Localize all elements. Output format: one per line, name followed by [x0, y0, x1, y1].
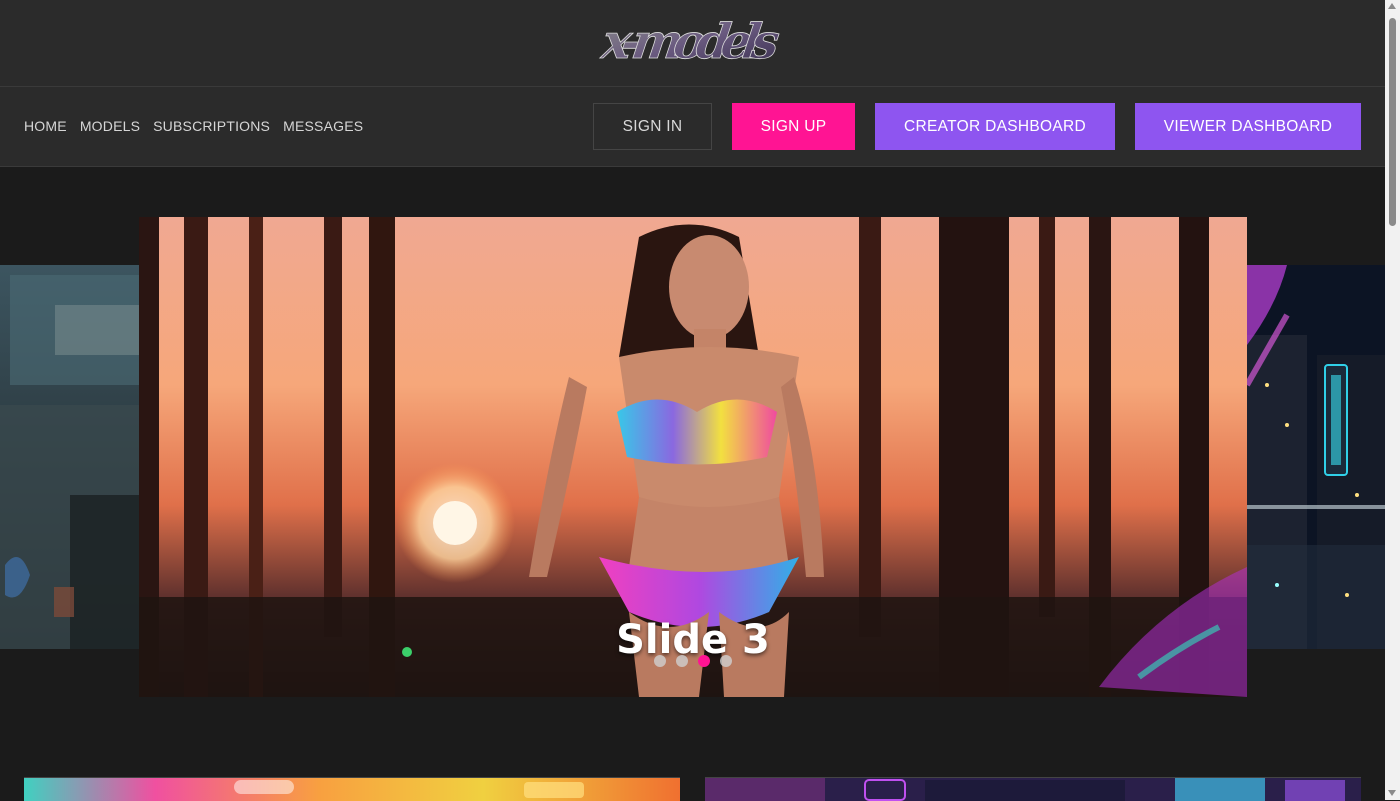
active-slide[interactable]: Slide 3 [139, 217, 1247, 697]
sign-up-button[interactable]: SIGN UP [732, 103, 855, 150]
site-logo[interactable]: x-models [596, 6, 792, 78]
hero-carousel: Slide 3 [0, 167, 1385, 747]
model-card-2[interactable] [705, 777, 1361, 801]
previous-slide-image[interactable] [0, 265, 139, 649]
scroll-thumb[interactable] [1389, 18, 1396, 226]
page-scrollbar[interactable] [1385, 0, 1400, 800]
viewer-dashboard-button[interactable]: VIEWER DASHBOARD [1135, 103, 1361, 150]
nav-links: HOME MODELS SUBSCRIPTIONS MESSAGES [24, 118, 363, 134]
carousel-dot-1[interactable] [654, 655, 666, 667]
scroll-up-arrow-icon[interactable] [1388, 3, 1396, 9]
sign-in-button[interactable]: SIGN IN [593, 103, 712, 150]
nav-subscriptions[interactable]: SUBSCRIPTIONS [153, 118, 270, 134]
model-card-1[interactable] [24, 777, 680, 801]
logo-text: x-models [598, 14, 783, 70]
main-navbar: HOME MODELS SUBSCRIPTIONS MESSAGES SIGN … [0, 87, 1385, 167]
next-slide-image[interactable] [1247, 265, 1385, 649]
model-card-1-image [24, 778, 680, 801]
carousel-dot-4[interactable] [720, 655, 732, 667]
nav-models[interactable]: MODELS [80, 118, 140, 134]
carousel-dot-3-active[interactable] [698, 655, 710, 667]
site-header: x-models [0, 0, 1385, 87]
nav-home[interactable]: HOME [24, 118, 67, 134]
creator-dashboard-button[interactable]: CREATOR DASHBOARD [875, 103, 1115, 150]
carousel-indicators [654, 655, 732, 667]
carousel-dot-2[interactable] [676, 655, 688, 667]
nav-messages[interactable]: MESSAGES [283, 118, 363, 134]
scroll-down-arrow-icon[interactable] [1388, 790, 1396, 796]
model-card-2-image [705, 778, 1361, 801]
